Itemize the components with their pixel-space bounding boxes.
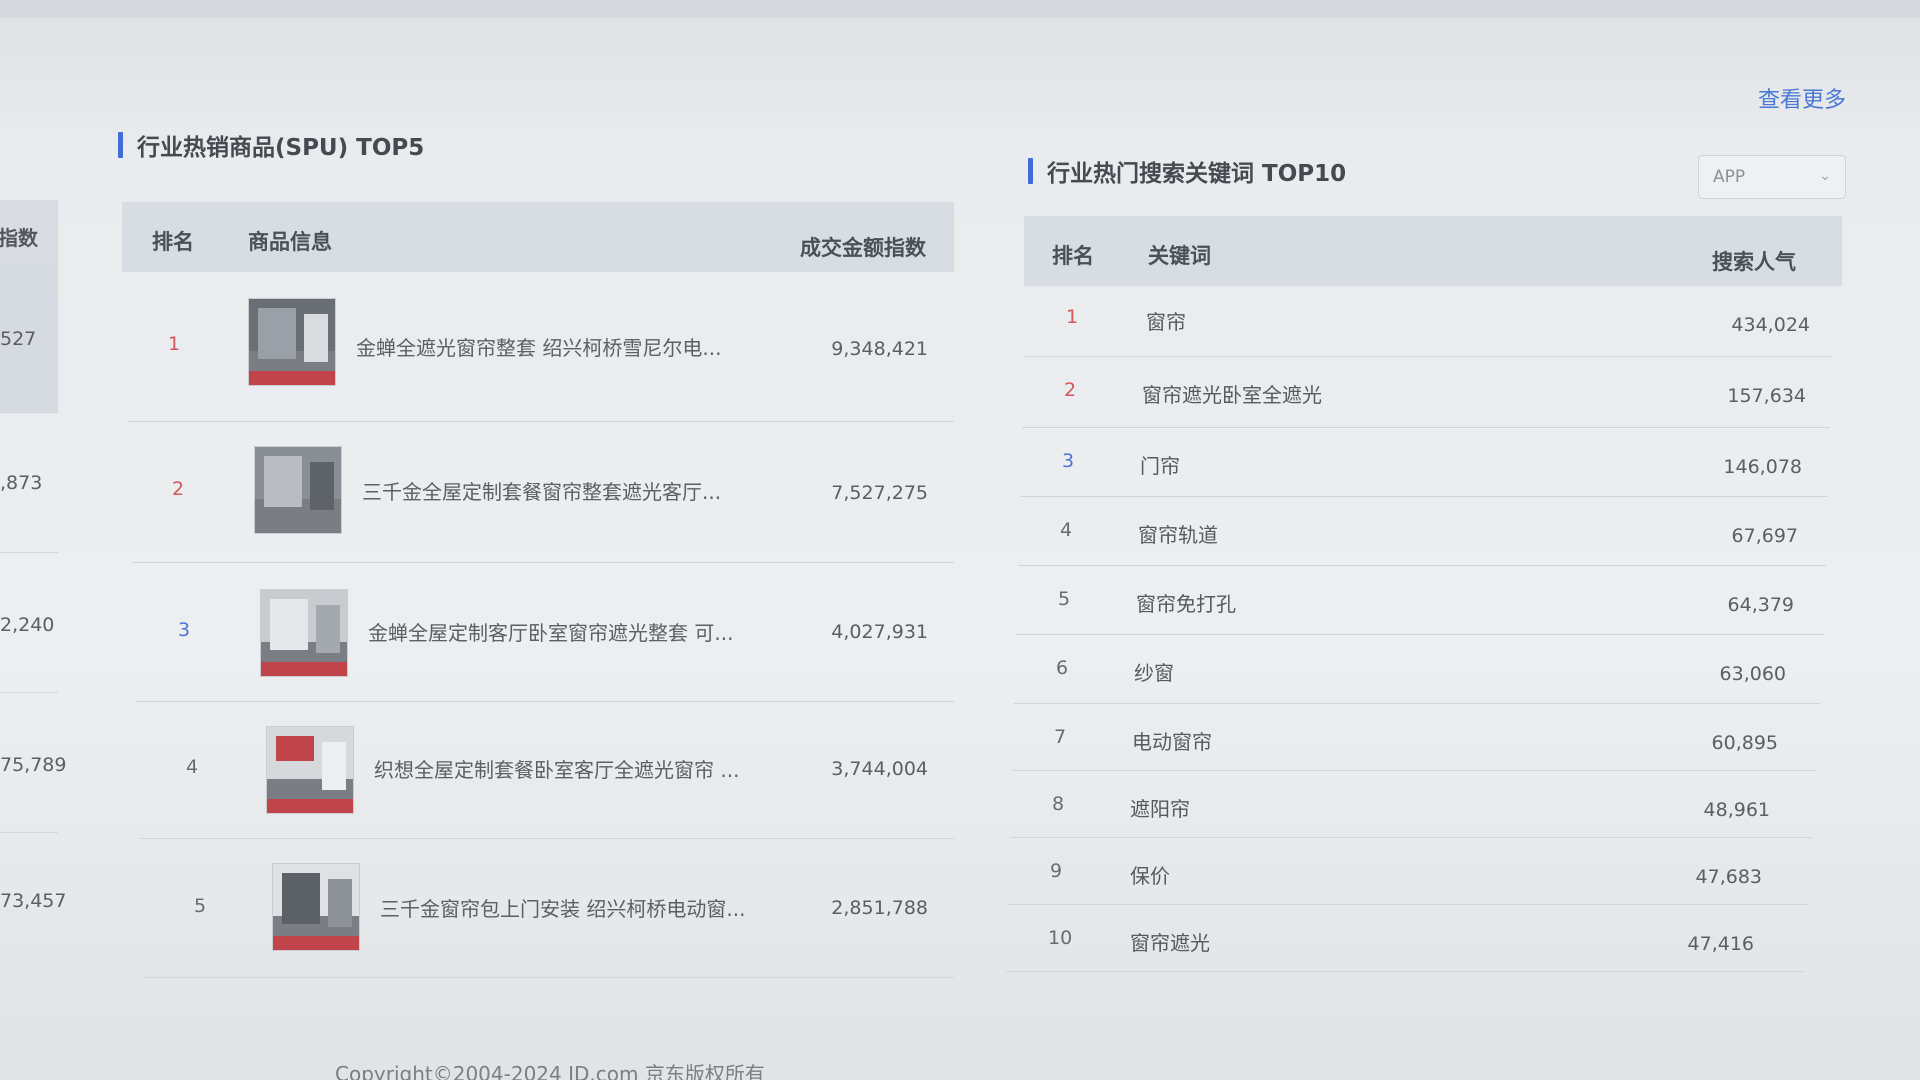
left-clip-value: 527 [0,328,37,350]
table-row[interactable]: 7 电动窗帘 60,895 [1012,704,1816,771]
row-rank: 4 [186,756,199,778]
row-rank: 7 [1054,726,1067,748]
spu-panel-title: 行业热销商品(SPU) TOP5 [118,128,424,162]
copyright-footer: Copyright©2004-2024 JD.com 京东版权所有 [335,1062,765,1080]
spu-panel-title-text: 行业热销商品(SPU) TOP5 [137,135,425,161]
table-row[interactable]: 4 窗帘轨道 67,697 [1018,497,1826,566]
amount-index: 2,851,788 [831,897,928,919]
row-rank: 5 [194,895,207,917]
left-clip-header: 指数 [0,226,38,250]
chevron-down-icon: ⌄ [1819,168,1831,184]
amount-index: 7,527,275 [831,482,928,504]
amount-index: 3,744,004 [831,758,928,780]
row-rank: 1 [168,333,181,355]
keyword-table-header: 排名 关键词 搜索人气 [1024,216,1842,286]
page: 指数 527 ,873 2,240 75,789 73,457 查看更多 行业热… [0,0,1920,1080]
product-thumbnail[interactable] [272,863,360,951]
keyword-link[interactable]: 纱窗 [1134,657,1174,686]
row-rank: 9 [1050,860,1063,882]
row-rank: 2 [172,478,185,500]
keyword-link[interactable]: 窗帘遮光 [1130,927,1210,956]
search-popularity: 60,895 [1711,732,1778,754]
product-thumbnail[interactable] [248,298,336,386]
left-clip-value: 73,457 [0,890,67,912]
table-row[interactable]: 1 金蝉全遮光窗帘整套 绍兴柯桥雪尼尔电... 9,348,421 [128,278,954,422]
row-rank: 2 [1064,379,1077,401]
product-name-link[interactable]: 金蝉全遮光窗帘整套 绍兴柯桥雪尼尔电... [356,332,756,361]
product-thumbnail[interactable] [266,726,354,814]
product-thumbnail[interactable] [260,589,348,677]
col-amount[interactable]: 成交金额指数 [800,232,926,262]
search-popularity: 47,416 [1687,933,1754,955]
spu-table-header: 排名 商品信息 成交金额指数 [122,202,954,272]
table-row[interactable]: 5 三千金窗帘包上门安装 绍兴柯桥电动窗... 2,851,788 [144,839,954,978]
product-thumbnail[interactable] [254,446,342,534]
title-accent-bar [118,132,123,158]
left-clip-value: 2,240 [0,614,55,636]
row-rank: 6 [1056,657,1069,679]
divider [0,412,58,413]
keyword-link[interactable]: 门帘 [1140,450,1180,479]
title-accent-bar [1028,158,1033,184]
table-row[interactable]: 8 遮阳帘 48,961 [1010,771,1812,838]
left-clip-value: ,873 [0,472,43,494]
row-rank: 3 [1062,450,1075,472]
left-clip-value: 75,789 [0,754,67,776]
product-name-link[interactable]: 金蝉全屋定制客厅卧室窗帘遮光整套 可... [368,617,768,646]
col-rank: 排名 [152,230,194,254]
keyword-link[interactable]: 保价 [1130,860,1170,889]
col-popularity[interactable]: 搜索人气 [1712,246,1796,276]
keyword-link[interactable]: 遮阳帘 [1130,793,1190,822]
product-name-link[interactable]: 三千金窗帘包上门安装 绍兴柯桥电动窗... [380,893,780,922]
top-band [0,0,1920,18]
table-row[interactable]: 3 门帘 146,078 [1020,428,1828,497]
product-name-link[interactable]: 织想全屋定制套餐卧室客厅全遮光窗帘 ... [374,754,774,783]
search-popularity: 48,961 [1703,799,1770,821]
table-row[interactable]: 10 窗帘遮光 47,416 [1006,905,1804,972]
search-popularity: 146,078 [1723,456,1802,478]
spu-top5-panel: 行业热销商品(SPU) TOP5 排名 商品信息 成交金额指数 1 金蝉全遮光窗… [118,128,958,988]
col-rank: 排名 [1052,244,1094,268]
amount-index: 9,348,421 [831,338,928,360]
table-row[interactable]: 4 织想全屋定制套餐卧室客厅全遮光窗帘 ... 3,744,004 [140,702,954,839]
keyword-link[interactable]: 窗帘免打孔 [1136,588,1236,617]
divider [0,692,58,693]
row-rank: 1 [1066,306,1079,328]
keyword-link[interactable]: 窗帘轨道 [1138,519,1218,548]
keyword-panel-title: 行业热门搜索关键词 TOP10 [1028,154,1346,188]
search-popularity: 47,683 [1695,866,1762,888]
keyword-link[interactable]: 窗帘遮光卧室全遮光 [1142,379,1322,408]
search-popularity: 157,634 [1727,385,1806,407]
keyword-link[interactable]: 电动窗帘 [1132,726,1212,755]
product-name-link[interactable]: 三千金全屋定制套餐窗帘整套遮光客厅... [362,476,762,505]
row-rank: 10 [1048,927,1073,949]
left-clipped-column: 指数 527 ,873 2,240 75,789 73,457 [0,200,66,980]
row-rank: 8 [1052,793,1065,815]
col-product: 商品信息 [248,230,332,254]
view-more-link[interactable]: 查看更多 [1758,82,1846,114]
platform-select-value: APP [1713,167,1746,187]
table-row[interactable]: 2 窗帘遮光卧室全遮光 157,634 [1022,357,1830,428]
table-row[interactable]: 1 窗帘 434,024 [1024,288,1832,357]
table-row[interactable]: 3 金蝉全屋定制客厅卧室窗帘遮光整套 可... 4,027,931 [136,563,954,702]
search-popularity: 67,697 [1731,525,1798,547]
divider [0,552,58,553]
amount-index: 4,027,931 [831,621,928,643]
row-rank: 5 [1058,588,1071,610]
row-rank: 4 [1060,519,1073,541]
keyword-link[interactable]: 窗帘 [1146,306,1186,335]
platform-select[interactable]: APP ⌄ [1698,155,1846,199]
search-popularity: 434,024 [1731,314,1810,336]
table-row[interactable]: 9 保价 47,683 [1008,838,1808,905]
table-row[interactable]: 2 三千金全屋定制套餐窗帘整套遮光客厅... 7,527,275 [132,422,954,563]
divider [0,832,58,833]
table-row[interactable]: 6 纱窗 63,060 [1014,635,1820,704]
search-popularity: 64,379 [1727,594,1794,616]
search-popularity: 63,060 [1719,663,1786,685]
keyword-panel-title-text: 行业热门搜索关键词 TOP10 [1047,161,1347,187]
table-row[interactable]: 5 窗帘免打孔 64,379 [1016,566,1824,635]
col-keyword: 关键词 [1148,244,1211,268]
row-rank: 3 [178,619,191,641]
